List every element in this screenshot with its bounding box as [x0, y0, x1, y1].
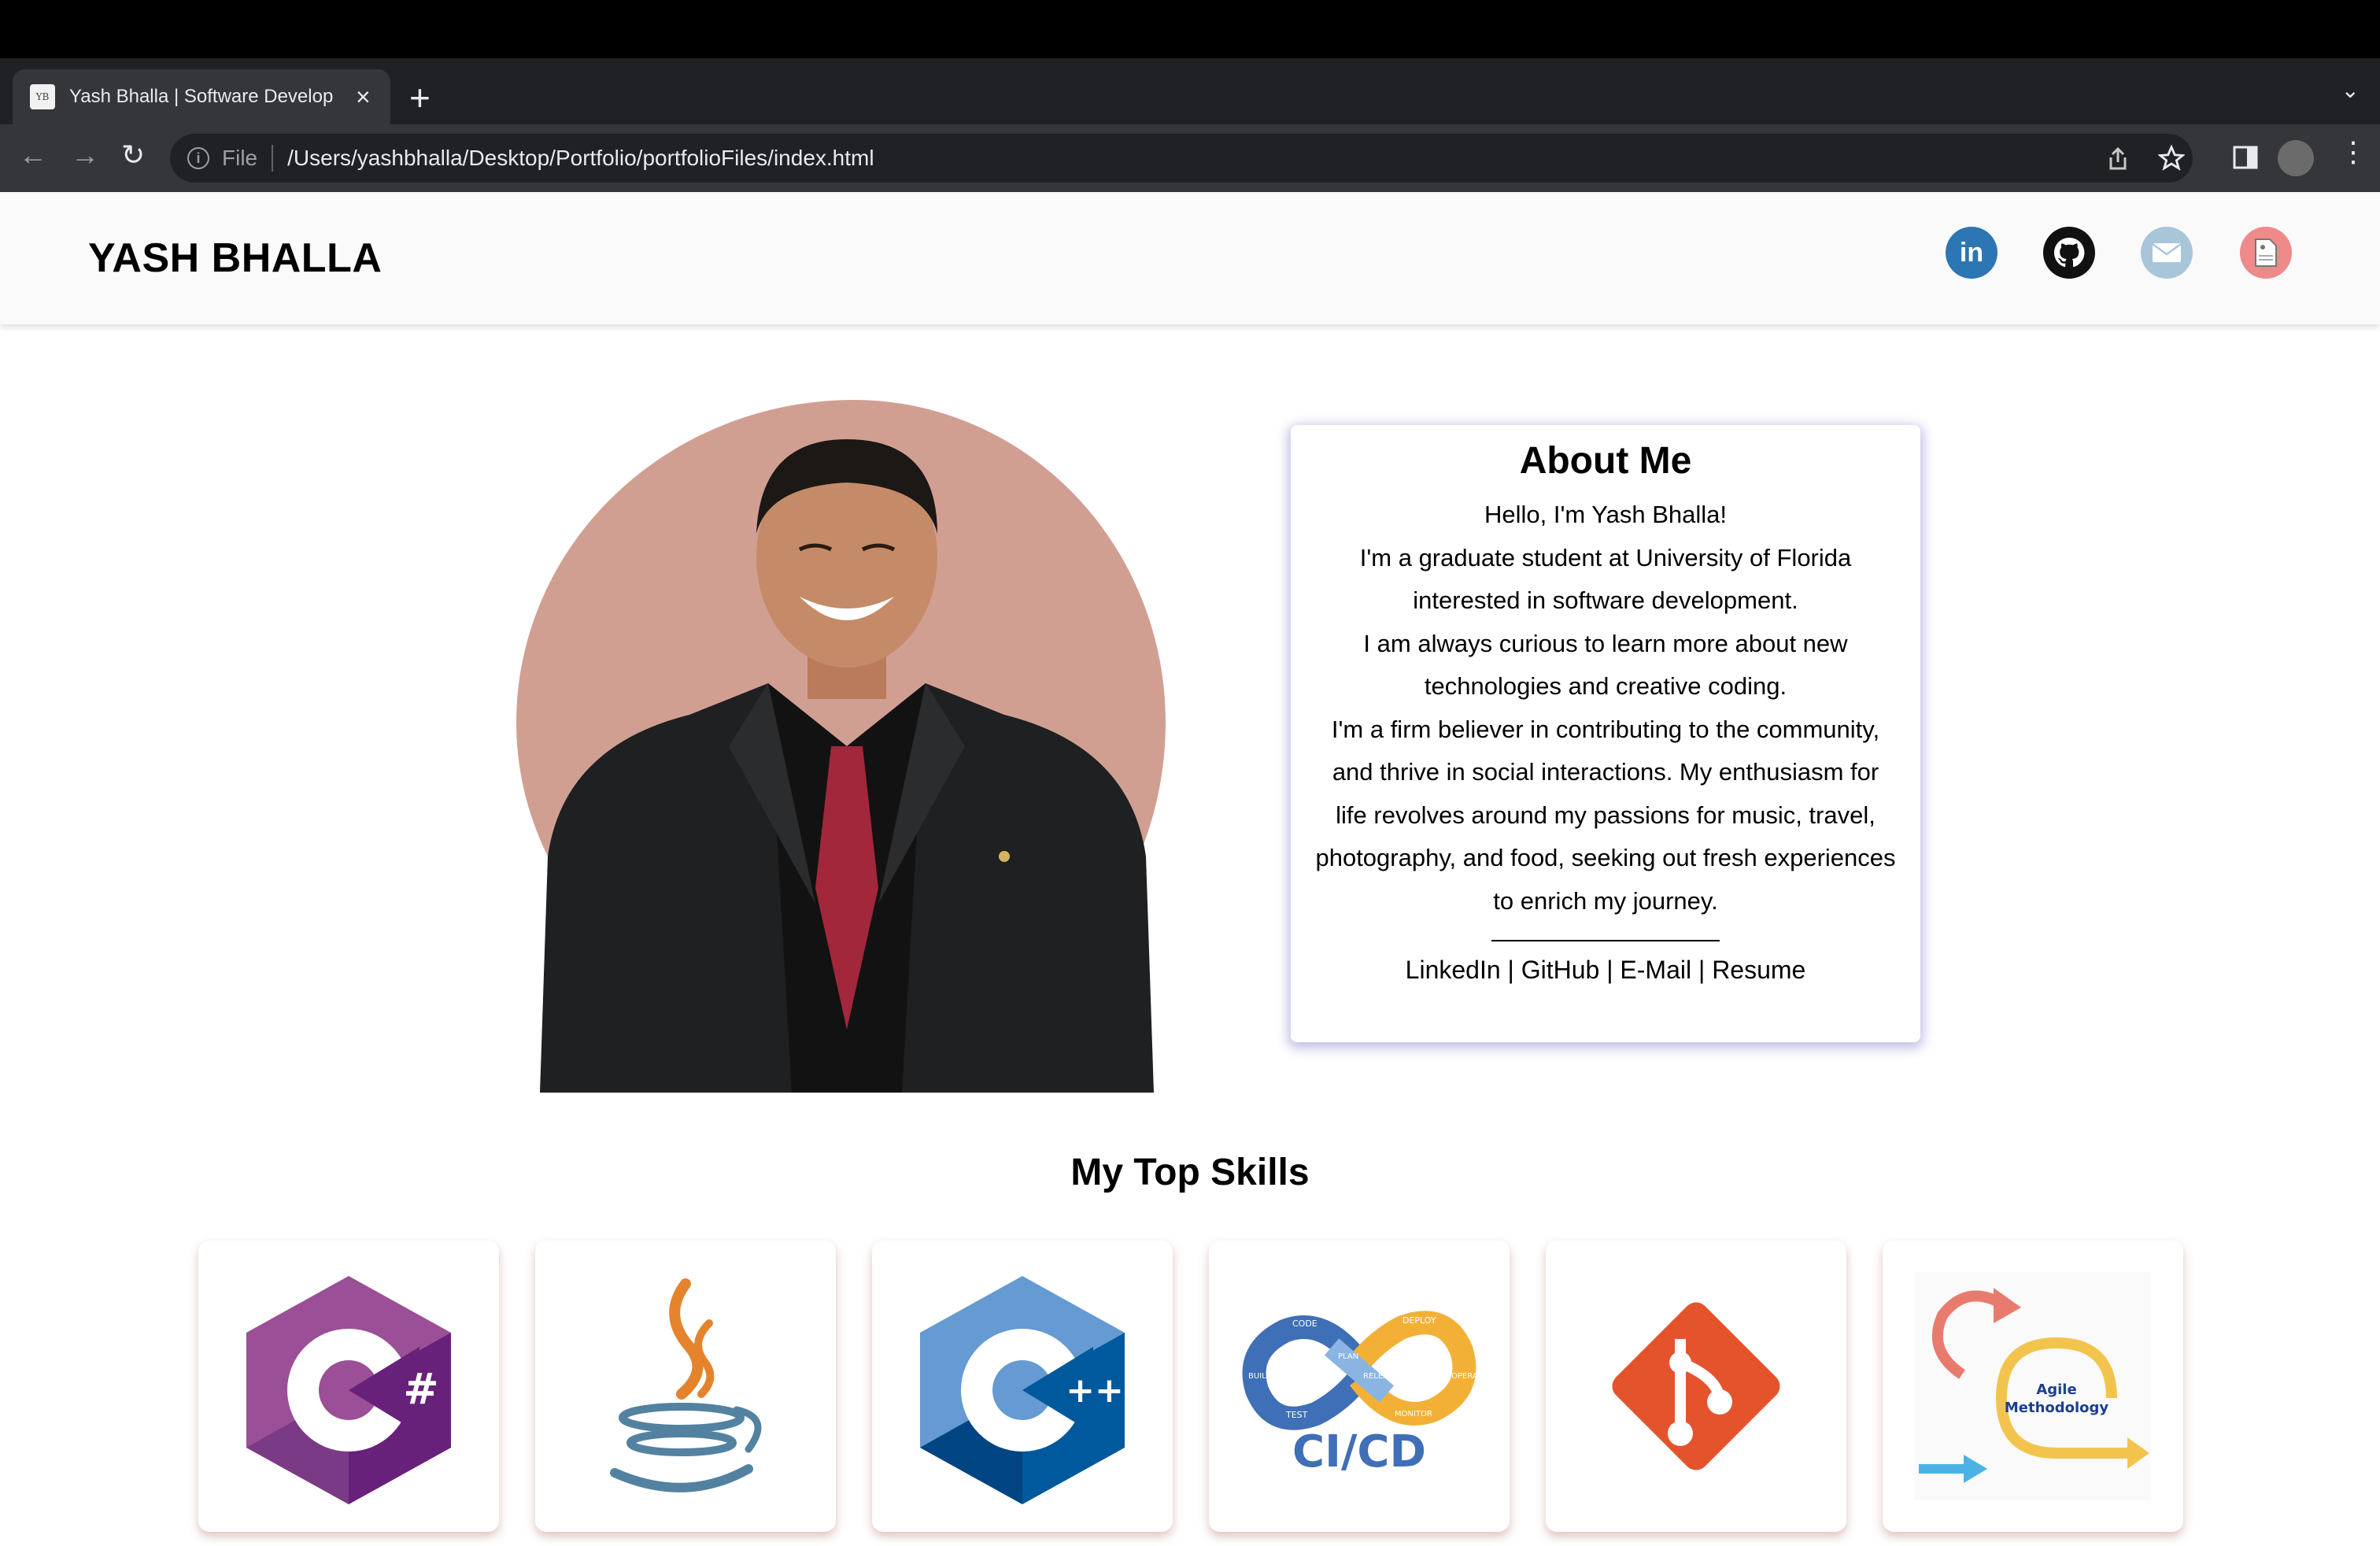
skill-card-cpp: ++ — [872, 1241, 1173, 1532]
skill-card-cicd: CODE TEST DEPLOY BUILD MONITOR RELEASE O… — [1209, 1241, 1510, 1532]
about-line: I am always curious to learn more about … — [1363, 629, 1848, 657]
browser-tab-active[interactable]: YB Yash Bhalla | Software Develop × — [13, 69, 390, 124]
agile-line1: Agile — [2036, 1381, 2076, 1398]
resume-icon[interactable] — [2240, 227, 2292, 279]
link-separator: | — [1500, 956, 1521, 984]
link-separator: | — [1691, 956, 1713, 984]
cicd-label: CI/CD — [1292, 1426, 1426, 1473]
skills-title: My Top Skills — [1070, 1152, 1310, 1193]
about-line: and thrive in social interactions. My en… — [1332, 758, 1879, 786]
cicd-monitor-label: MONITOR — [1395, 1410, 1432, 1418]
cicd-operate-label: OPERATE — [1451, 1372, 1481, 1381]
new-tab-icon[interactable]: + — [409, 74, 431, 121]
about-line: technologies and creative coding. — [1424, 672, 1787, 700]
git-logo-icon — [1612, 1302, 1780, 1470]
csharp-glyph: # — [403, 1364, 438, 1414]
profile-avatar-icon[interactable] — [2278, 140, 2314, 176]
github-link[interactable]: GitHub — [1521, 956, 1600, 984]
profile-photo — [516, 400, 1166, 1093]
favicon-icon: YB — [30, 84, 55, 109]
side-panel-icon[interactable] — [2232, 145, 2259, 170]
about-text: Hello, I'm Yash Bhalla! I'm a graduate s… — [1291, 494, 1920, 923]
about-title: About Me — [1519, 440, 1692, 482]
omnibox-divider — [272, 145, 274, 172]
agile-line2: Methodology — [2005, 1400, 2109, 1416]
skill-card-git — [1546, 1241, 1846, 1532]
site-logo[interactable]: YASH BHALLA — [88, 235, 382, 282]
close-tab-icon[interactable]: × — [356, 83, 371, 112]
cicd-deploy-label: DEPLOY — [1402, 1315, 1436, 1326]
cicd-test-label: TEST — [1285, 1410, 1308, 1420]
about-line: to enrich my journey. — [1493, 886, 1718, 915]
person-illustration — [540, 439, 1154, 1093]
mail-icon[interactable] — [2141, 227, 2193, 279]
cicd-build-label: BUILD — [1248, 1372, 1273, 1381]
about-line: photography, and food, seeking out fresh… — [1315, 844, 1896, 871]
about-line: I'm a graduate student at University of … — [1359, 543, 1852, 571]
site-header: YASH BHALLA in — [0, 192, 2380, 324]
cicd-release-label: RELEASE — [1363, 1372, 1399, 1381]
link-separator: | — [1599, 956, 1621, 984]
agile-methodology-icon: Agile Methodology — [1915, 1272, 2151, 1500]
reload-icon[interactable]: ↻ — [121, 139, 145, 172]
about-links: LinkedIn | GitHub | E-Mail | Resume — [1291, 956, 1920, 985]
linkedin-icon[interactable]: in — [1946, 227, 1998, 279]
resume-link[interactable]: Resume — [1712, 956, 1805, 984]
skill-card-agile: Agile Methodology — [1883, 1241, 2183, 1532]
about-line: Hello, I'm Yash Bhalla! — [1484, 501, 1728, 528]
url-text[interactable]: /Users/yashbhalla/Desktop/Portfolio/port… — [287, 146, 874, 171]
linkedin-icon-text: in — [1959, 237, 1984, 268]
document-shape — [2255, 239, 2277, 267]
skill-card-csharp: # — [198, 1241, 499, 1532]
about-card: About Me Hello, I'm Yash Bhalla! I'm a g… — [1291, 425, 1920, 1042]
github-octocat-shape — [2054, 238, 2085, 268]
address-bar[interactable]: i File /Users/yashbhalla/Desktop/Portfol… — [170, 134, 2193, 183]
about-line: life revolves around my passions for mus… — [1336, 801, 1876, 829]
github-icon[interactable] — [2043, 227, 2095, 279]
back-arrow-icon[interactable]: ← — [19, 139, 47, 172]
cpp-logo-icon: ++ — [920, 1276, 1125, 1504]
about-line: interested in software development. — [1413, 586, 1798, 614]
skill-card-java — [535, 1241, 836, 1532]
cicd-code-label: CODE — [1292, 1319, 1318, 1329]
site-info-icon[interactable]: i — [187, 147, 209, 169]
share-icon[interactable] — [2106, 146, 2130, 172]
bookmark-star-icon[interactable] — [2158, 145, 2185, 172]
linkedin-link[interactable]: LinkedIn — [1406, 956, 1501, 984]
cicd-logo-icon: CODE TEST DEPLOY BUILD MONITOR RELEASE O… — [1242, 1311, 1481, 1473]
browser-menu-icon[interactable]: ⋮ — [2339, 135, 2367, 168]
about-line: I'm a firm believer in contributing to t… — [1331, 715, 1880, 743]
csharp-logo-icon: # — [246, 1276, 451, 1504]
cicd-plan-label: PLAN — [1338, 1352, 1358, 1361]
tab-title: Yash Bhalla | Software Develop — [69, 86, 334, 107]
java-logo-icon — [610, 1278, 762, 1492]
forward-arrow-icon[interactable]: → — [71, 139, 99, 172]
browser-toolbar: ← → ↻ i File /Users/yashbhalla/Desktop/P… — [0, 124, 2380, 192]
email-link[interactable]: E-Mail — [1620, 956, 1691, 984]
about-divider — [1491, 940, 1720, 941]
browser-tabstrip: YB Yash Bhalla | Software Develop × + ⌄ — [0, 58, 2380, 124]
envelope-shape — [2152, 242, 2182, 262]
system-menu-bar — [0, 0, 2380, 58]
url-scheme-label: File — [222, 146, 258, 170]
tab-search-chevron-icon[interactable]: ⌄ — [2341, 77, 2360, 103]
cpp-glyph: ++ — [1066, 1370, 1124, 1411]
